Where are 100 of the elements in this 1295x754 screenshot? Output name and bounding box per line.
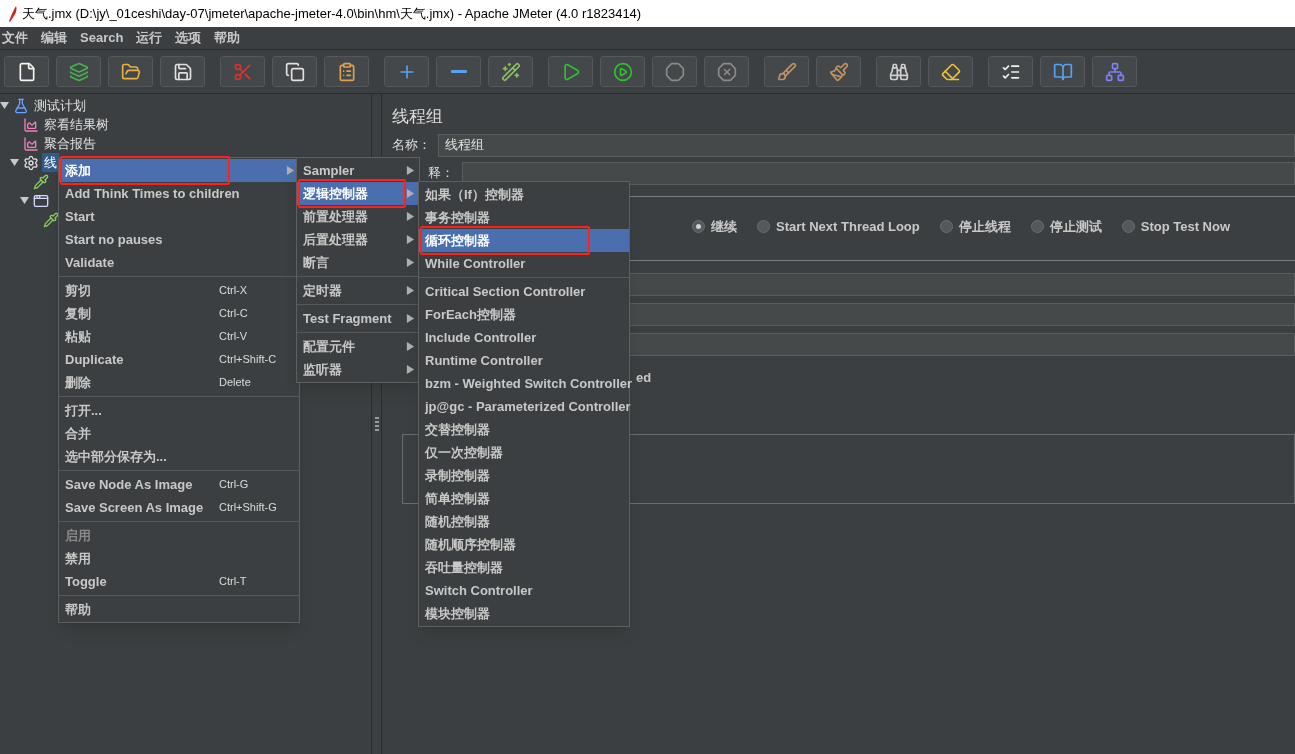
menu-item[interactable]: 简单控制器 (419, 487, 629, 510)
menu-item[interactable]: 删除 Delete (59, 371, 299, 394)
help-book-icon (1052, 61, 1073, 82)
submenu-arrow-icon[interactable] (406, 166, 415, 175)
menu-item[interactable]: 禁用 (59, 547, 299, 570)
toolbar-button[interactable] (928, 56, 973, 87)
menu-bar-item[interactable]: 运行 (136, 28, 163, 48)
menu-item[interactable]: While Controller (419, 252, 629, 275)
toolbar-button[interactable] (988, 56, 1033, 87)
octagon-x-icon (716, 61, 737, 82)
toolbar-button[interactable] (4, 56, 49, 87)
menu-item[interactable]: 事务控制器 (419, 206, 629, 229)
menu-bar-item[interactable]: 文件 (2, 28, 28, 48)
submenu-arrow-icon[interactable] (406, 342, 415, 351)
submenu-arrow-icon[interactable] (406, 212, 415, 221)
menu-item[interactable]: 模块控制器 (419, 602, 629, 625)
input-field[interactable]: 线程组 (438, 133, 1295, 157)
radio-icon[interactable] (939, 220, 953, 233)
submenu-arrow-icon[interactable] (406, 235, 415, 244)
radio-option[interactable]: 停止线程 (939, 216, 1011, 237)
submenu-arrow-icon[interactable] (406, 286, 415, 295)
menu-bar-item[interactable]: Search (80, 28, 124, 48)
menu-item[interactable]: Save Node As Image Ctrl-G (59, 473, 299, 496)
toolbar-button[interactable] (436, 56, 481, 87)
menu-bar-item[interactable]: 选项 (175, 28, 202, 48)
menu-item[interactable]: Sampler (297, 159, 419, 182)
radio-icon[interactable] (1030, 220, 1044, 233)
menu-item[interactable]: 如果（If）控制器 (419, 183, 629, 206)
menu-item[interactable]: Start no pauses (59, 228, 299, 251)
menu-item[interactable]: ForEach控制器 (419, 303, 629, 326)
menu-item[interactable]: 剪切 Ctrl-X (59, 279, 299, 302)
menu-item[interactable]: 选中部分保存为... (59, 445, 299, 468)
radio-option[interactable]: Stop Test Now (1121, 216, 1231, 237)
tree-item[interactable]: 线 (42, 152, 59, 173)
splitter-grip-icon[interactable] (374, 417, 379, 431)
menu-item[interactable]: Switch Controller (419, 579, 629, 602)
shortcut-label: Ctrl+Shift-C (219, 352, 278, 368)
menu-item[interactable]: 粘贴 Ctrl-V (59, 325, 299, 348)
collapse-arrow-icon[interactable] (0, 101, 9, 110)
menu-item[interactable]: jp@gc - Parameterized Controller (419, 395, 629, 418)
toolbar-button[interactable] (600, 56, 645, 87)
tree-item[interactable]: 聚合报告 (42, 133, 98, 154)
toolbar-button[interactable] (1040, 56, 1085, 87)
menu-item[interactable]: Toggle Ctrl-T (59, 570, 299, 593)
menu-item[interactable]: 随机控制器 (419, 510, 629, 533)
toolbar-button[interactable] (160, 56, 205, 87)
submenu-arrow-icon[interactable] (406, 189, 415, 198)
collapse-arrow-icon[interactable] (20, 196, 29, 205)
menu-item[interactable]: Save Screen As Image Ctrl+Shift-G (59, 496, 299, 519)
menu-item[interactable]: Validate (59, 251, 299, 274)
menu-item[interactable]: Add Think Times to children (59, 182, 299, 205)
radio-icon[interactable] (1121, 220, 1135, 233)
menu-item[interactable]: 配置元件 (297, 335, 419, 358)
menu-item[interactable]: 循环控制器 (419, 229, 629, 252)
menu-bar-item[interactable]: 帮助 (214, 28, 241, 48)
radio-option[interactable]: 继续 (692, 216, 737, 237)
menu-item[interactable]: 定时器 (297, 279, 419, 302)
menu-item[interactable]: 仅一次控制器 (419, 441, 629, 464)
toolbar-button[interactable] (548, 56, 593, 87)
menu-item[interactable]: 添加 (59, 159, 299, 182)
pipette-icon (43, 211, 59, 228)
toolbar-button[interactable] (272, 56, 317, 87)
toolbar-button[interactable] (108, 56, 153, 87)
menu-item[interactable]: 随机顺序控制器 (419, 533, 629, 556)
toolbar-button[interactable] (876, 56, 921, 87)
tree-item[interactable]: 察看结果树 (42, 114, 111, 135)
menu-item[interactable]: 监听器 (297, 358, 419, 381)
radio-option[interactable]: 停止测试 (1030, 216, 1102, 237)
menu-item[interactable]: Test Fragment (297, 307, 419, 330)
menu-item[interactable]: 断言 (297, 251, 419, 274)
play-circle-icon (612, 61, 633, 82)
submenu-arrow-icon[interactable] (406, 258, 415, 267)
radio-icon[interactable] (757, 220, 770, 233)
radio-icon[interactable] (692, 220, 705, 233)
submenu-arrow-icon[interactable] (286, 166, 295, 175)
tree-item[interactable]: 测试计划 (32, 95, 88, 116)
menu-item[interactable]: Critical Section Controller (419, 280, 629, 303)
menu-item[interactable]: 合并 (59, 422, 299, 445)
menu-item[interactable]: 逻辑控制器 (297, 182, 419, 205)
submenu-arrow-icon[interactable] (406, 314, 415, 323)
menu-item[interactable]: Duplicate Ctrl+Shift-C (59, 348, 299, 371)
menu-item[interactable]: 帮助 (59, 598, 299, 621)
menu-item[interactable]: 复制 Ctrl-C (59, 302, 299, 325)
menu-item[interactable]: 后置处理器 (297, 228, 419, 251)
menu-item[interactable]: 吞吐量控制器 (419, 556, 629, 579)
menu-item[interactable]: 打开... (59, 399, 299, 422)
menu-bar-item[interactable]: 编辑 (41, 28, 67, 48)
menu-item[interactable]: 录制控制器 (419, 464, 629, 487)
menu-item[interactable]: Runtime Controller (419, 349, 629, 372)
minus-icon (450, 70, 467, 73)
collapse-arrow-icon[interactable] (10, 158, 19, 167)
submenu-arrow-icon[interactable] (406, 365, 415, 374)
radio-option[interactable]: Start Next Thread Loop (757, 216, 920, 237)
menu-item[interactable]: Include Controller (419, 326, 629, 349)
menu-item[interactable]: 交替控制器 (419, 418, 629, 441)
toolbar-button[interactable] (488, 56, 533, 87)
toolbar-button[interactable] (324, 56, 369, 87)
menu-item[interactable]: Start (59, 205, 299, 228)
input-field[interactable] (462, 161, 1295, 185)
menu-item[interactable]: 前置处理器 (297, 205, 419, 228)
